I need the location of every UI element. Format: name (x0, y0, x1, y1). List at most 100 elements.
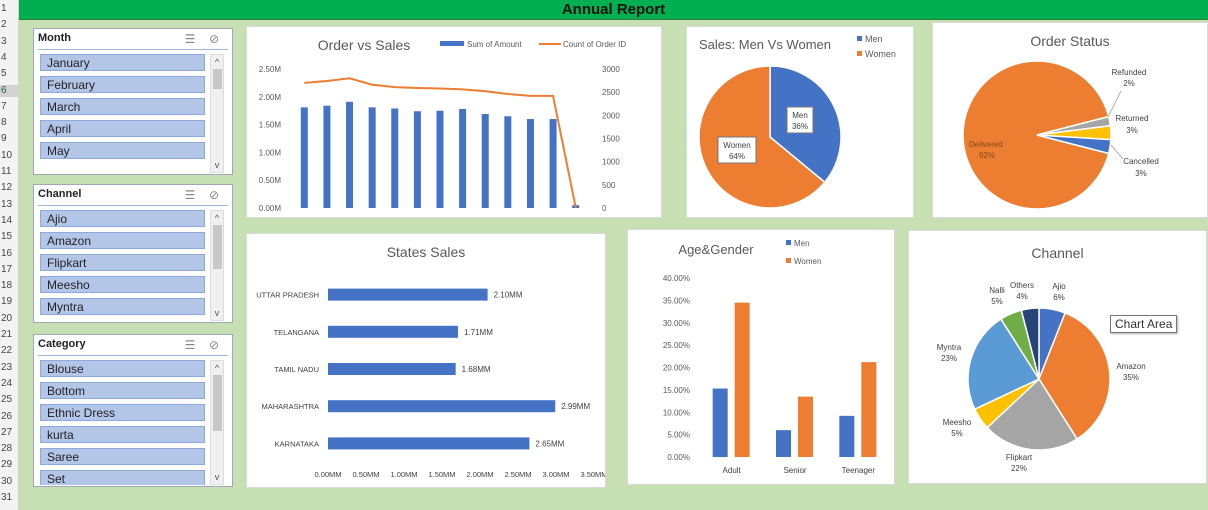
channel-slicer-scrollbar[interactable]: ^ v (210, 210, 224, 321)
bar-amount (436, 110, 444, 208)
multiselect-icon[interactable]: ☰ (182, 32, 198, 46)
order-status-chart[interactable]: Order Status Delivered 92% Refunded 2% Retur… (932, 22, 1208, 218)
month-slicer-scrollbar[interactable]: ^ v (210, 54, 224, 173)
x-tick-label: 1.50MM (428, 470, 455, 479)
scroll-up-icon[interactable]: ^ (211, 362, 223, 374)
data-label-meesho: Meesho (943, 418, 972, 427)
clear-filter-icon[interactable]: ⊘ (206, 338, 222, 352)
category-slicer-item[interactable]: Bottom (40, 382, 205, 399)
data-label-flipkart-pct: 22% (1011, 464, 1027, 473)
report-title: Annual Report (561, 1, 666, 18)
category-slicer-item[interactable]: Set (40, 470, 205, 485)
channel-slicer-items: Ajio Amazon Flipkart Meesho Myntra (34, 210, 214, 321)
row-number: 9 (1, 133, 7, 145)
scroll-down-icon[interactable]: v (211, 307, 223, 319)
x-tick-label: 0.00MM (314, 470, 341, 479)
category-slicer-item[interactable]: Saree (40, 448, 205, 465)
category-slicer[interactable]: Category ☰ ⊘ Blouse Bottom Ethnic Dress kurta S… (33, 334, 233, 487)
order-vs-sales-title: Order vs Sales (317, 37, 411, 53)
data-label-ajio: Ajio (1052, 282, 1066, 291)
sales-men-vs-women-chart[interactable]: Sales: Men Vs Women Men Women Men 36% Women 6… (686, 26, 914, 218)
month-slicer-item[interactable]: May (40, 142, 205, 159)
clear-filter-icon[interactable]: ⊘ (206, 32, 222, 46)
month-slicer-item[interactable]: March (40, 98, 205, 115)
channel-slicer-item[interactable]: Flipkart (40, 254, 205, 271)
data-label-myntra-pct: 23% (941, 354, 957, 363)
legend-label-men: Men (865, 34, 883, 44)
data-label-returned: Returned (1116, 114, 1149, 123)
scroll-down-icon[interactable]: v (211, 471, 223, 483)
row-number: 6 (0, 84, 19, 97)
title-bar: Annual Report (19, 0, 1208, 20)
row-number: 11 (1, 166, 12, 177)
month-slicer-item[interactable]: April (40, 120, 205, 137)
x-category-label: Teenager (842, 466, 876, 475)
order-vs-sales-plot: Sum of Amount Count of Order ID0.00M0.50M… (259, 40, 627, 213)
multiselect-icon[interactable]: ☰ (182, 188, 198, 202)
category-slicer-header: Category (38, 338, 86, 350)
states-sales-plot: 0.00MM 0.50MM 1.00MM 1.50MM 2.00MM 2.50MM 3.00… (256, 288, 608, 479)
data-label-amazon: Amazon (1116, 362, 1145, 371)
age-gender-chart[interactable]: Age&Gender Men Women 0.00% 5.00% 10.00% 15.00… (627, 229, 895, 485)
legend-label-women: Women (794, 257, 821, 266)
bar-value-label: 2.10MM (494, 291, 523, 300)
row-number: 30 (1, 475, 13, 487)
channel-slicer-divider (38, 205, 228, 206)
scroll-up-icon[interactable]: ^ (211, 212, 223, 224)
category-slicer-item[interactable]: Blouse (40, 360, 205, 377)
row-number: 28 (1, 443, 13, 455)
data-label-nalli-pct: 5% (991, 297, 1003, 306)
scroll-thumb[interactable] (213, 375, 222, 431)
data-label-cancelled-pct: 3% (1135, 169, 1147, 178)
age-gender-title: Age&Gender (678, 242, 754, 257)
row-number: 3 (1, 35, 7, 47)
category-slicer-item[interactable]: Ethnic Dress (40, 404, 205, 421)
row-number: 21 (1, 329, 13, 340)
month-slicer[interactable]: Month ☰ ⊘ January February March April May ^ v (33, 28, 233, 175)
x-category-label: Senior (783, 466, 806, 475)
category-slicer-scrollbar[interactable]: ^ v (210, 360, 224, 485)
scroll-thumb[interactable] (213, 225, 222, 269)
row-number: 13 (1, 198, 13, 210)
row-header-column: 1 2 3 4 5 6 7 8 9 10 11 12 13 14 15 16 17 18 19 20 21 22 23 24 2… (0, 0, 19, 510)
data-label-amazon-pct: 35% (1123, 373, 1139, 382)
channel-slicer-item[interactable]: Ajio (40, 210, 205, 227)
y-left-tick-label: 0.00M (259, 204, 282, 213)
scroll-thumb[interactable] (213, 69, 222, 89)
data-label-nalli: Nalli (989, 286, 1005, 295)
legend-swatch-women (857, 51, 862, 56)
states-sales-chart[interactable]: States Sales 0.00MM 0.50MM 1.00MM 1.50MM 2.0… (246, 233, 608, 488)
bar-amount (526, 119, 534, 208)
bar-men (776, 430, 791, 457)
channel-slicer-item[interactable]: Amazon (40, 232, 205, 249)
men-women-pie: Men Women Men 36% Women 64% (698, 34, 896, 209)
bar-amount (323, 105, 331, 208)
channel-slicer-item[interactable]: Meesho (40, 276, 205, 293)
month-slicer-header: Month (38, 32, 71, 44)
category-slicer-items: Blouse Bottom Ethnic Dress kurta Saree Set (34, 360, 214, 485)
channel-slicer[interactable]: Channel ☰ ⊘ Ajio Amazon Flipkart Meesho Myntra ^… (33, 184, 233, 323)
scroll-up-icon[interactable]: ^ (211, 56, 223, 68)
states-sales-title: States Sales (386, 244, 466, 260)
bar-men (712, 388, 728, 457)
clear-filter-icon[interactable]: ⊘ (206, 188, 222, 202)
month-slicer-item[interactable]: February (40, 76, 205, 93)
scroll-down-icon[interactable]: v (211, 159, 223, 171)
bar-men (839, 415, 855, 457)
data-label-meesho-pct: 5% (951, 429, 963, 438)
row-number: 23 (1, 361, 13, 373)
category-slicer-item[interactable]: kurta (40, 426, 205, 443)
channel-slicer-item[interactable]: Myntra (40, 298, 205, 315)
y-left-tick-label: 1.50M (259, 121, 282, 130)
x-tick-label: 3.00MM (542, 470, 569, 479)
channel-title: Channel (1031, 245, 1084, 261)
bar-state-sales (328, 363, 456, 375)
data-label-cancelled: Cancelled (1123, 157, 1159, 166)
month-slicer-item[interactable]: January (40, 54, 205, 71)
multiselect-icon[interactable]: ☰ (182, 338, 198, 352)
channel-chart[interactable]: Channel Ajio 6% Amazon 35% Flipkart 22% Meesho… (908, 230, 1207, 484)
order-vs-sales-chart[interactable]: Order vs Sales Sum of Amount Count of Ord… (246, 26, 662, 218)
row-number: 25 (1, 394, 13, 406)
bar-state-sales (328, 400, 556, 413)
bar-amount (368, 107, 376, 208)
